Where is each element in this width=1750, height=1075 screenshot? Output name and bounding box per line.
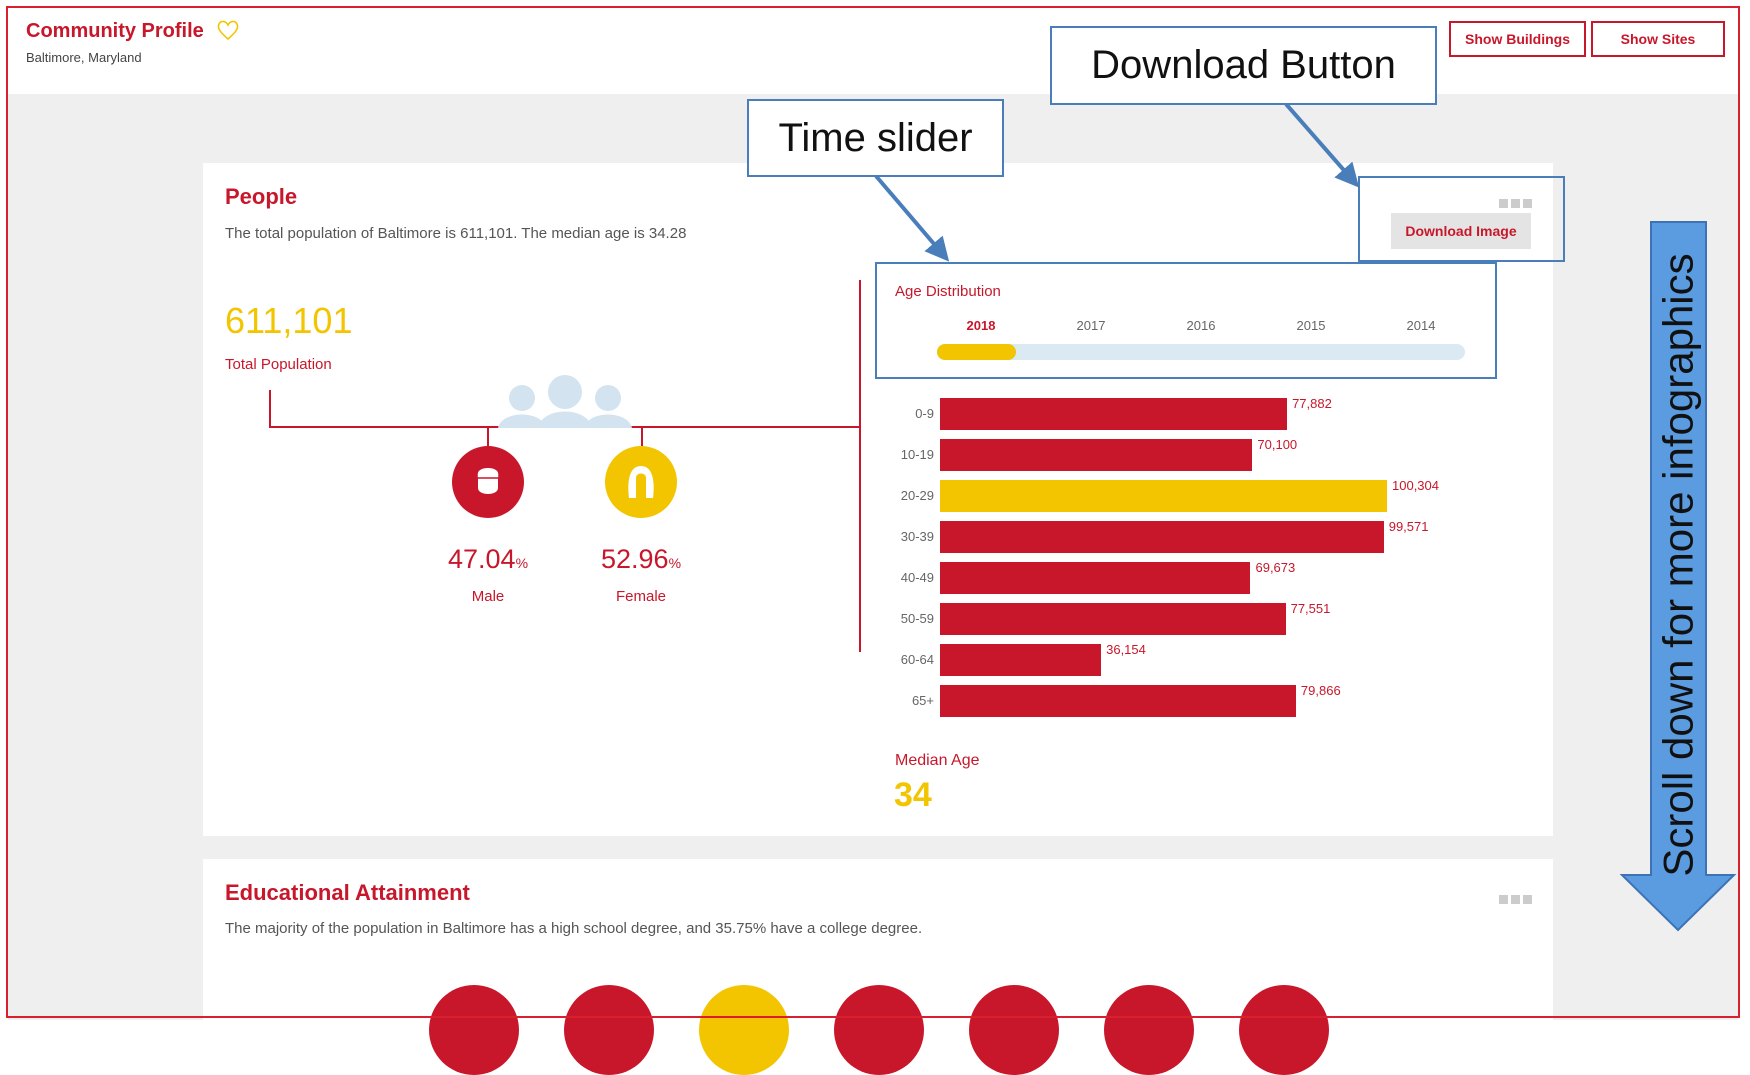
scroll-hint-caption: Scroll down for more infographics <box>1655 253 1702 877</box>
download-button-callout: Download Button <box>1050 26 1437 105</box>
time-slider-callout: Time slider <box>747 99 1004 177</box>
download-highlight-box <box>1358 176 1565 262</box>
time-slider-highlight-box <box>875 262 1497 379</box>
